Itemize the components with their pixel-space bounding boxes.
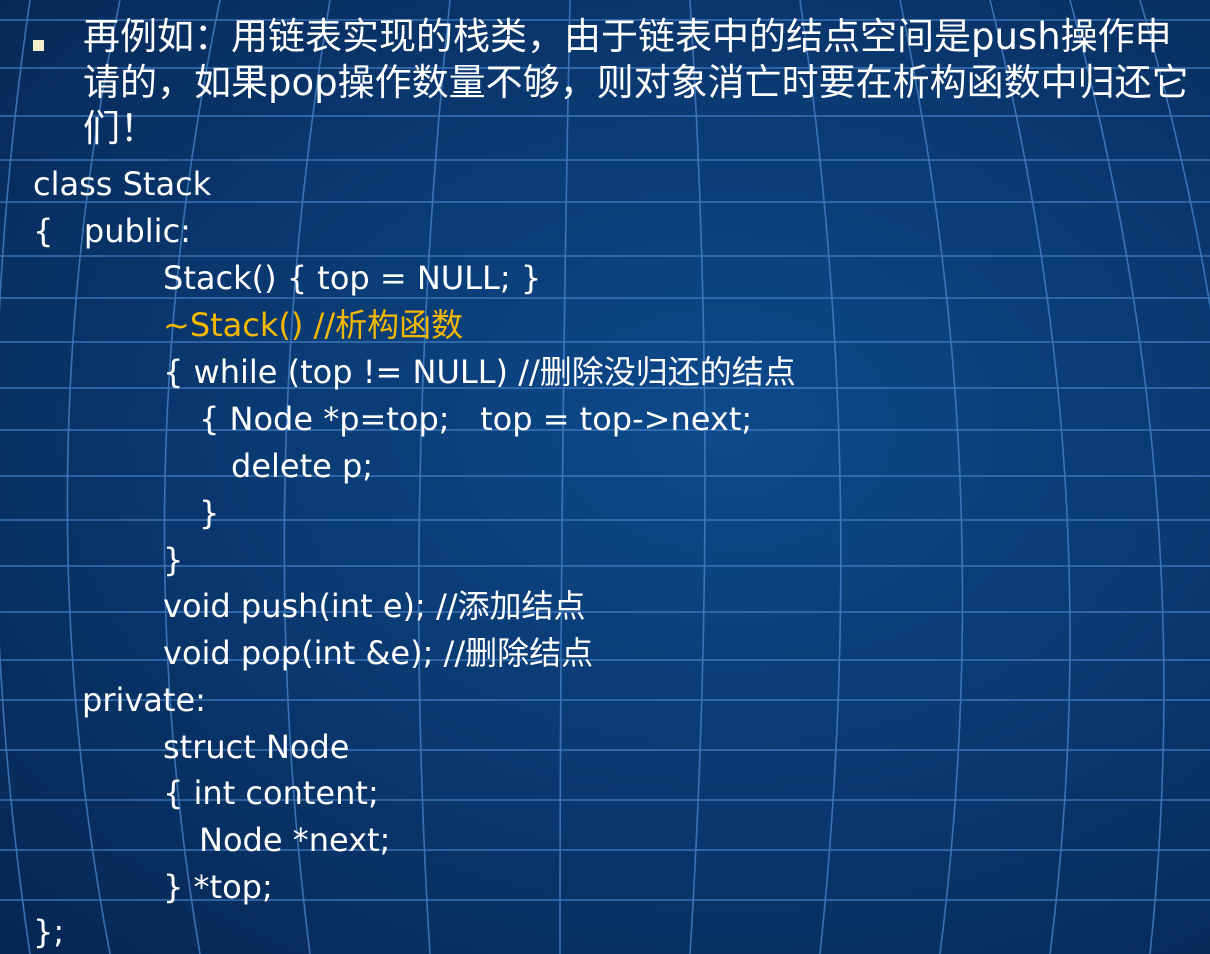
code-line: private:: [82, 681, 206, 719]
code-line: }: [199, 494, 220, 532]
code-line: Stack() { top = NULL; }: [163, 259, 542, 297]
code-line: }: [163, 541, 184, 579]
code-line: void push(int e); //添加结点: [163, 587, 586, 625]
code-line: Node *next;: [199, 821, 391, 859]
code-line: class Stack: [33, 165, 212, 203]
code-line: delete p;: [231, 447, 374, 485]
bullet-text: 再例如：用链表实现的栈类，由于链表中的结点空间是push操作申请的，如果pop操…: [83, 15, 1189, 150]
code-line: { public:: [33, 212, 191, 250]
code-line: void pop(int &e); //删除结点: [163, 634, 594, 672]
code-line: } *top;: [163, 868, 273, 906]
code-line-destructor: ~Stack() //析构函数: [163, 306, 464, 344]
code-line: { while (top != NULL) //删除没归还的结点: [163, 353, 796, 391]
code-line: };: [33, 913, 65, 951]
code-line: { Node *p=top; top = top->next;: [199, 400, 753, 438]
square-bullet-icon: [33, 40, 44, 51]
code-line: { int content;: [163, 774, 379, 812]
code-line: struct Node: [163, 728, 350, 766]
